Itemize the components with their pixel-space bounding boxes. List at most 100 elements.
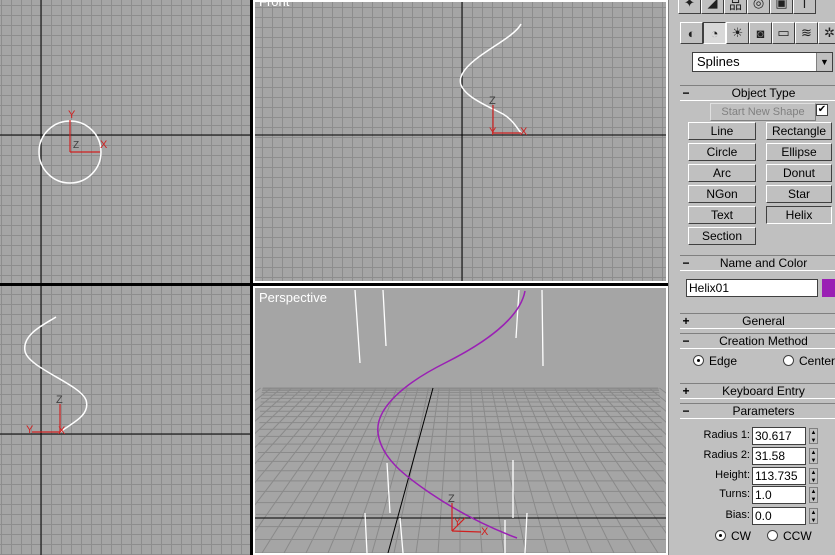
lights-icon[interactable]: ☀	[726, 22, 749, 44]
rollout-general[interactable]: + General	[680, 313, 835, 329]
gizmo-x-label: X	[100, 139, 108, 151]
bias-label: Bias:	[725, 509, 750, 521]
star-button[interactable]: Star	[766, 185, 832, 203]
radius2-label: Radius 2:	[703, 449, 750, 461]
gizmo-z-label: Z	[489, 95, 496, 107]
section-button[interactable]: Section	[688, 227, 756, 245]
helix-left-projection	[24, 316, 88, 433]
collapse-icon[interactable]: −	[680, 256, 692, 270]
rollout-keyboard-entry[interactable]: + Keyboard Entry	[680, 383, 835, 399]
height-field[interactable]: 113.735	[752, 467, 806, 485]
gizmo-x-label: X	[58, 425, 66, 437]
helix-button[interactable]: Helix	[766, 206, 832, 224]
edge-label: Edge	[709, 354, 738, 368]
gizmo-z-label: Z	[56, 394, 63, 406]
rollout-title: Parameters	[732, 404, 795, 418]
gizmo-z-label: Z	[448, 493, 455, 505]
cw-radio[interactable]	[715, 530, 726, 541]
center-radio[interactable]	[783, 355, 794, 366]
arc-button[interactable]: Arc	[688, 164, 756, 182]
gizmo-y-label: Y	[68, 109, 76, 121]
object-color-swatch[interactable]	[822, 279, 835, 297]
bias-spinner[interactable]: ▲ ▼	[809, 508, 818, 524]
gizmo-y-label: Y	[26, 424, 34, 436]
line-button[interactable]: Line	[688, 122, 756, 140]
rollout-object-type[interactable]: − Object Type	[680, 85, 835, 101]
donut-button[interactable]: Donut	[766, 164, 832, 182]
radius1-spinner[interactable]: ▲ ▼	[809, 428, 818, 444]
shapes-icon[interactable]: ◔	[703, 22, 726, 44]
height-spinner[interactable]: ▲ ▼	[809, 468, 818, 484]
expand-icon[interactable]: +	[680, 314, 692, 328]
height-label: Height:	[715, 469, 750, 481]
cw-label: CW	[731, 529, 751, 543]
viewport-left[interactable]: Z Y X	[0, 286, 250, 555]
rollout-name-color[interactable]: − Name and Color	[680, 255, 835, 271]
viewport-front[interactable]: Front Z X Y	[253, 0, 668, 283]
gizmo-x-axis	[451, 530, 482, 533]
helpers-icon[interactable]: ▭	[772, 22, 795, 44]
command-panel: ✦ ◢ 品 ◎ ▣ T ◐ ◔ ☀ ◙ ▭ ≋ ✲ Splines ▼ − Ob…	[676, 0, 835, 555]
bias-field[interactable]: 0.0	[752, 507, 806, 525]
hierarchy-icon[interactable]: 品	[724, 0, 747, 14]
systems-icon[interactable]: ✲	[818, 22, 835, 44]
rollout-title: General	[742, 314, 785, 328]
perspective-view-canvas: Z X Y	[255, 289, 666, 553]
collapse-icon[interactable]: −	[680, 334, 692, 348]
gizmo-z-label: Z	[73, 140, 79, 151]
gizmo-y-label: Y	[454, 517, 461, 528]
ellipse-button[interactable]: Ellipse	[766, 143, 832, 161]
rectangle-button[interactable]: Rectangle	[766, 122, 832, 140]
radius1-field[interactable]: 30.617	[752, 427, 806, 445]
ngon-button[interactable]: NGon	[688, 185, 756, 203]
motion-icon[interactable]: ◎	[747, 0, 770, 14]
object-name-field[interactable]: Helix01	[686, 279, 818, 297]
command-panel-tabs: ✦ ◢ 品 ◎ ▣ T	[678, 0, 816, 14]
collapse-icon[interactable]: −	[680, 404, 692, 418]
front-view-canvas: Z X Y	[255, 2, 666, 281]
category-dropdown-value: Splines	[697, 54, 740, 69]
camera-frame-top	[354, 289, 544, 367]
modify-tab-icon[interactable]: ◢	[701, 0, 724, 14]
create-tab-icon[interactable]: ✦	[678, 0, 701, 14]
top-view-canvas: Y X Z	[0, 0, 250, 283]
display-icon[interactable]: ▣	[770, 0, 793, 14]
turns-field[interactable]: 1.0	[752, 486, 806, 504]
collapse-icon[interactable]: −	[680, 86, 692, 100]
max-window: Y X Z Front Z X Y Z Y X Perspective Z X …	[0, 0, 835, 555]
text-button[interactable]: Text	[688, 206, 756, 224]
rollout-title: Creation Method	[719, 334, 808, 348]
utilities-icon[interactable]: T	[793, 0, 816, 14]
circle-button[interactable]: Circle	[688, 143, 756, 161]
rollout-parameters[interactable]: − Parameters	[680, 403, 835, 419]
chevron-down-icon[interactable]: ▼	[816, 53, 832, 71]
rollout-title: Object Type	[731, 86, 796, 100]
radius2-field[interactable]: 31.58	[752, 447, 806, 465]
category-dropdown[interactable]: Splines ▼	[692, 52, 833, 72]
left-view-canvas: Z Y X	[0, 286, 250, 555]
gizmo-x-label: X	[481, 526, 489, 538]
helix-front-projection	[459, 23, 522, 134]
panel-separator[interactable]	[668, 0, 676, 555]
perspective-grid	[255, 387, 666, 553]
radius1-label: Radius 1:	[703, 429, 750, 441]
spacewarps-icon[interactable]: ≋	[795, 22, 818, 44]
rollout-creation-method[interactable]: − Creation Method	[680, 333, 835, 349]
ccw-radio[interactable]	[767, 530, 778, 541]
expand-icon[interactable]: +	[680, 384, 692, 398]
start-new-shape-checkbox[interactable]: ✔	[816, 104, 828, 116]
viewport-perspective[interactable]: Perspective Z X Y	[253, 286, 668, 555]
cameras-icon[interactable]: ◙	[749, 22, 772, 44]
turns-label: Turns:	[719, 488, 750, 500]
start-new-shape-label: Start New Shape	[710, 103, 816, 121]
turns-spinner[interactable]: ▲ ▼	[809, 487, 818, 503]
gizmo-y-label: Y	[489, 126, 497, 138]
center-label: Center	[799, 354, 835, 368]
ccw-label: CCW	[783, 529, 812, 543]
viewport-top[interactable]: Y X Z	[0, 0, 250, 283]
rollout-title: Keyboard Entry	[722, 384, 805, 398]
edge-radio[interactable]	[693, 355, 704, 366]
geometry-icon[interactable]: ◐	[680, 22, 703, 44]
gizmo-x-label: X	[520, 126, 528, 138]
radius2-spinner[interactable]: ▲ ▼	[809, 448, 818, 464]
